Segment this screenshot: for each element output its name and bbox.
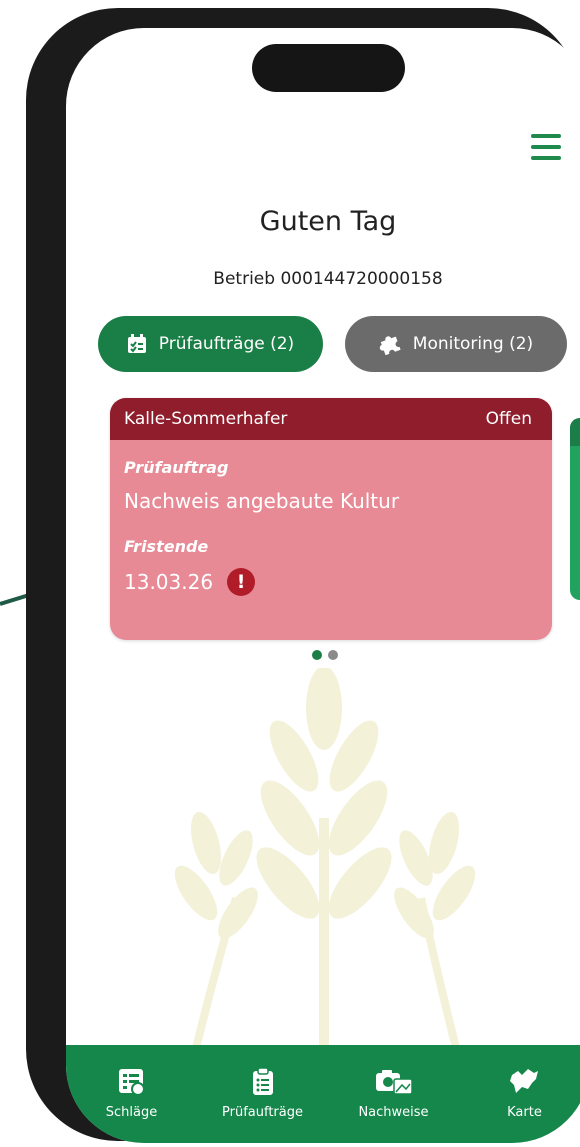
- nav-karte-label: Karte: [507, 1105, 542, 1120]
- phone-frame: Guten Tag Betrieb 000144720000158 Prüfau…: [26, 8, 580, 1143]
- card-field-name: Kalle-Sommerhafer: [124, 409, 288, 429]
- map-region-icon: [509, 1069, 538, 1093]
- pruefauftrag-card[interactable]: Kalle-Sommerhafer Offen Prüfauftrag Nach…: [110, 398, 552, 640]
- nav-schlaege[interactable]: Schläge: [77, 1045, 187, 1120]
- card-type-label: Prüfauftrag: [124, 458, 229, 477]
- card-body: Prüfauftrag Nachweis angebaute Kultur Fr…: [110, 440, 552, 596]
- card-type-value: Nachweis angebaute Kultur: [124, 489, 400, 513]
- app-screen: Guten Tag Betrieb 000144720000158 Prüfau…: [66, 28, 580, 1143]
- dynamic-island: [252, 44, 405, 92]
- nav-pruefauftraege[interactable]: Prüfaufträge: [208, 1045, 318, 1120]
- tab-pruefauftraege-label: Prüfaufträge (2): [158, 334, 295, 354]
- betrieb-number: Betrieb 000144720000158: [213, 269, 443, 289]
- tab-monitoring[interactable]: Monitoring (2): [345, 316, 567, 372]
- pagination-dot-1[interactable]: [312, 650, 322, 660]
- card-deadline-label: Fristende: [124, 537, 209, 556]
- checklist-icon: [127, 334, 147, 354]
- camera-photo-icon: [375, 1070, 413, 1095]
- pagination-dot-2[interactable]: [328, 650, 338, 660]
- puzzle-icon: [379, 333, 401, 355]
- greeting-title: Guten Tag: [259, 206, 397, 237]
- nav-pruefauftraege-label: Prüfaufträge: [222, 1105, 303, 1120]
- carousel-pagination: [312, 650, 344, 660]
- tab-monitoring-label: Monitoring (2): [412, 334, 534, 354]
- next-card-peek[interactable]: [570, 418, 580, 600]
- nav-nachweise-label: Nachweise: [358, 1105, 429, 1120]
- warning-icon: !: [227, 568, 256, 596]
- nav-karte[interactable]: Karte: [470, 1045, 580, 1120]
- wheat-background-icon: [174, 668, 476, 1048]
- clipboard-icon: [252, 1067, 273, 1095]
- fields-list-icon: [118, 1069, 145, 1096]
- hamburger-menu-icon[interactable]: [531, 134, 561, 160]
- card-header: Kalle-Sommerhafer Offen: [110, 398, 552, 440]
- bottom-navigation: Schläge Prüfaufträge Nachweise Karte: [66, 1045, 580, 1143]
- next-card-header: [570, 418, 580, 446]
- nav-nachweise[interactable]: Nachweise: [339, 1045, 449, 1120]
- nav-schlaege-label: Schläge: [105, 1105, 158, 1120]
- card-deadline-value: 13.03.26: [124, 570, 214, 594]
- card-status: Offen: [485, 409, 532, 429]
- tab-pruefauftraege[interactable]: Prüfaufträge (2): [98, 316, 323, 372]
